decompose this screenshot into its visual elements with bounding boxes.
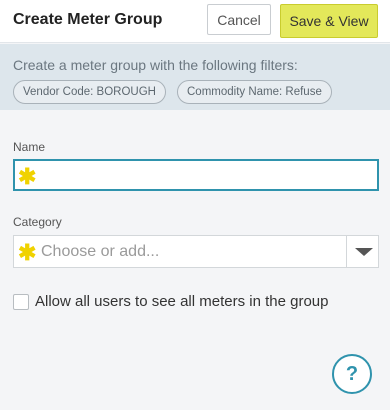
save-and-view-button[interactable]: Save & View [280,4,378,38]
share-meters-checkbox[interactable] [13,294,29,310]
filter-description: Create a meter group with the following … [13,57,298,73]
filter-chip-commodity-name: Commodity Name: Refuse [177,80,332,104]
category-label: Category [13,215,62,229]
name-field[interactable]: ✱ [13,159,379,191]
required-asterisk-icon: ✱ [18,164,37,189]
select-divider [346,236,347,267]
dialog-header: Create Meter Group Cancel Save & View [0,0,390,43]
chevron-down-icon[interactable] [355,248,373,256]
cancel-button[interactable]: Cancel [207,4,271,35]
name-label: Name [13,140,46,154]
help-button[interactable]: ? [332,354,372,394]
filter-chip-vendor-code: Vendor Code: BOROUGH [13,80,166,104]
dialog-title: Create Meter Group [13,11,163,28]
required-asterisk-icon: ✱ [18,240,37,265]
help-icon: ? [345,362,359,385]
category-select[interactable]: ✱ Choose or add... [13,235,379,268]
category-placeholder: Choose or add... [41,243,160,260]
share-meters-label[interactable]: Allow all users to see all meters in the… [35,293,328,310]
